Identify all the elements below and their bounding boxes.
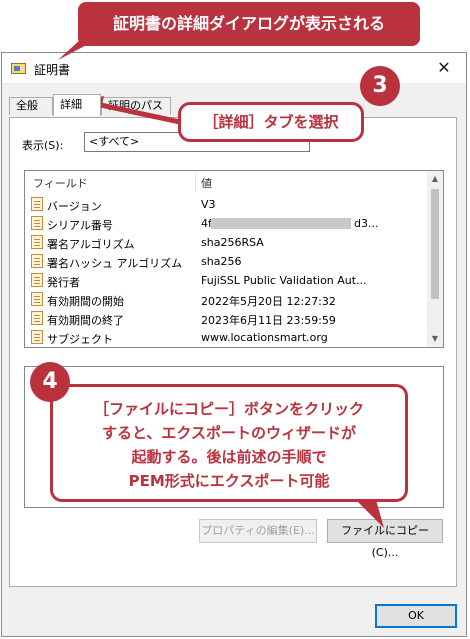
field-value: 2023年6月11日 23:59:59 [201, 314, 336, 327]
field-value: 2022年5月20日 12:27:32 [201, 295, 336, 308]
list-row[interactable]: 署名アルゴリズム sha256RSA [25, 233, 429, 252]
field-value: www.locationsmart.org [201, 331, 328, 344]
column-divider [195, 173, 196, 191]
list-row[interactable]: シリアル番号 4f d3... [25, 214, 429, 233]
certificate-icon [11, 63, 26, 74]
field-value: sha256 [201, 255, 242, 268]
list-row[interactable]: サブジェクト www.locationsmart.org [25, 328, 429, 347]
show-label: 表示(S): [22, 139, 64, 152]
annotation-step4-line2: すると、エクスポートのウィザードが [102, 424, 356, 442]
list-row[interactable]: 有効期間の終了 2023年6月11日 23:59:59 [25, 309, 429, 328]
tab-details[interactable]: 詳細 [53, 94, 101, 116]
window-title: 証明書 [34, 63, 71, 77]
field-name: 有効期間の終了 [47, 314, 124, 327]
scroll-thumb[interactable] [431, 189, 439, 299]
step3-badge: 3 [360, 66, 400, 106]
field-icon [31, 273, 43, 287]
field-value: FujiSSL Public Validation Aut... [201, 274, 367, 287]
field-name: シリアル番号 [47, 219, 113, 232]
close-button[interactable]: ✕ [422, 53, 466, 83]
list-row[interactable]: 有効期間の開始 2022年5月20日 12:27:32 [25, 290, 429, 309]
field-icon [31, 311, 43, 325]
list-row[interactable]: バージョン V3 [25, 195, 429, 214]
edit-properties-button[interactable]: プロパティの編集(E)... [199, 519, 317, 543]
scroll-down-icon[interactable]: ▼ [427, 331, 443, 347]
field-icon [31, 330, 43, 344]
list-scrollbar[interactable]: ▲ ▼ [427, 171, 443, 347]
field-value: V3 [201, 198, 216, 211]
field-icon [31, 216, 43, 230]
list-row[interactable]: 発行者 FujiSSL Public Validation Aut... [25, 271, 429, 290]
field-name: 署名ハッシュ アルゴリズム [47, 257, 183, 270]
tab-cert-path[interactable]: 証明のパス [101, 97, 171, 115]
step4-badge: 4 [30, 362, 70, 402]
annotation-step4: ［ファイルにコピー］ボタンをクリック すると、エクスポートのウィザードが 起動す… [50, 384, 408, 502]
field-name: 署名アルゴリズム [47, 238, 135, 251]
scroll-up-icon[interactable]: ▲ [427, 171, 443, 187]
copy-to-file-button[interactable]: ファイルにコピー(C)... [327, 519, 443, 559]
field-name: バージョン [47, 200, 102, 213]
annotation-step3: ［詳細］タブを選択 [178, 102, 364, 142]
field-icon [31, 235, 43, 249]
list-row[interactable]: 署名ハッシュ アルゴリズム sha256 [25, 252, 429, 271]
tab-general[interactable]: 全般 [9, 97, 53, 115]
field-list[interactable]: フィールド 値 バージョン V3 シリアル番号 4f d3... 署名アルゴリズ… [24, 170, 444, 348]
annotation-step4-line1: ［ファイルにコピー］ボタンをクリック [93, 400, 364, 418]
field-value: sha256RSA [201, 236, 264, 249]
field-icon [31, 292, 43, 306]
field-icon [31, 197, 43, 211]
annotation-step4-line3: 起動する。後は前述の手順で [131, 448, 327, 466]
list-header: フィールド 値 [25, 171, 429, 193]
field-name: サブジェクト [47, 333, 113, 346]
ok-button[interactable]: OK [375, 604, 457, 628]
annotation-step4-line4: PEM形式にエクスポート可能 [128, 472, 330, 490]
column-header-value[interactable]: 値 [201, 175, 212, 191]
field-name: 有効期間の開始 [47, 295, 124, 308]
annotation-title: 証明書の詳細ダイアログが表示される [78, 2, 420, 46]
column-header-field[interactable]: フィールド [33, 175, 88, 191]
field-name: 発行者 [47, 276, 80, 289]
field-icon [31, 254, 43, 268]
field-value-tail: d3... [354, 217, 379, 230]
redacted-block [211, 218, 351, 229]
